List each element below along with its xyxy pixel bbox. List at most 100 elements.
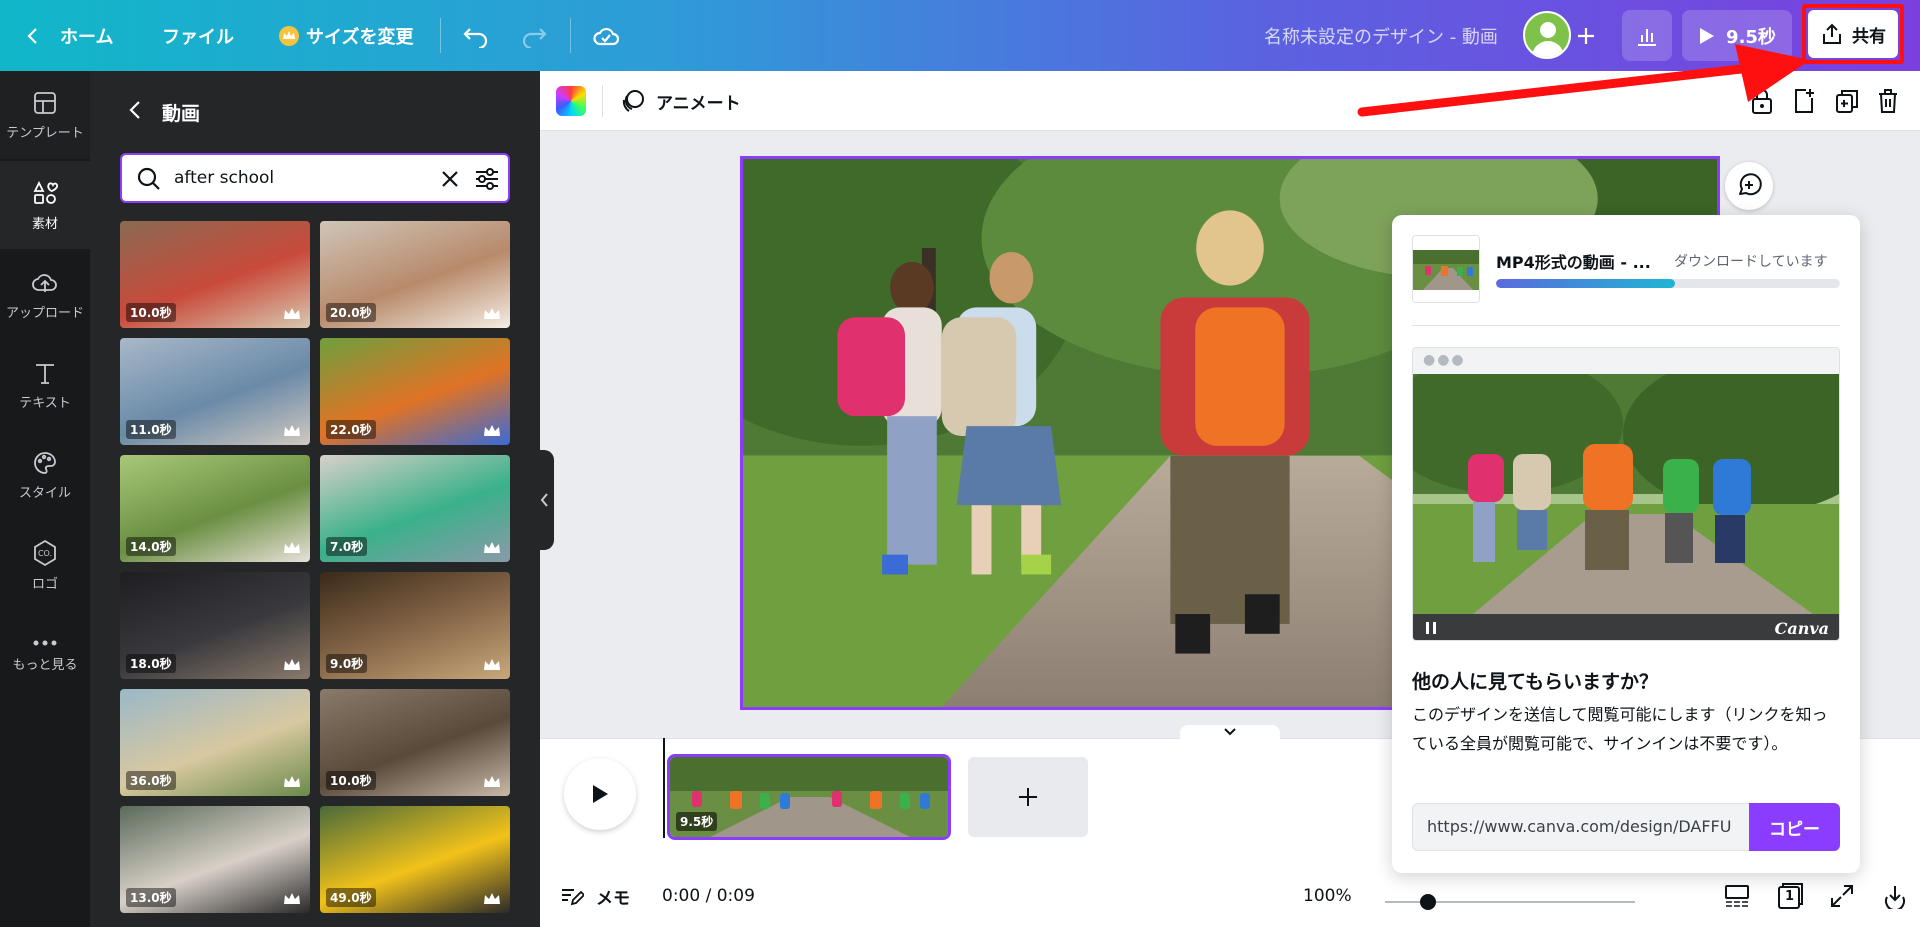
color-picker-button[interactable] [556, 86, 586, 116]
filter-icon[interactable] [474, 167, 500, 191]
play-button[interactable] [564, 758, 636, 830]
notes-button[interactable]: メモ [560, 865, 630, 927]
preview-video-image [1413, 374, 1839, 614]
zoom-level[interactable]: 100% [1303, 865, 1352, 927]
sidebar-item-label: テンプレート [6, 125, 84, 141]
search-box[interactable]: after school [120, 153, 510, 203]
play-icon [593, 785, 608, 803]
sidebar-item-uploads[interactable]: アップロード [0, 251, 90, 339]
preview-controls: Canva [1413, 614, 1839, 640]
divider [440, 18, 441, 53]
share-link-field[interactable]: https://www.canva.com/design/DAFFU [1412, 803, 1750, 851]
video-thumbnail[interactable]: 13.0秒 [120, 806, 310, 913]
cloud-save-button[interactable] [592, 0, 620, 71]
sidebar-item-more[interactable]: もっと見る [0, 611, 90, 699]
sidebar-item-text[interactable]: テキスト [0, 341, 90, 429]
annotation-arrow [1357, 44, 1810, 117]
search-icon [137, 167, 160, 190]
status-bar: メモ 0:00 / 0:09 100% 1 [540, 865, 1920, 927]
video-thumbnail[interactable]: 10.0秒 [320, 689, 510, 796]
video-thumbnail[interactable]: 7.0秒 [320, 455, 510, 562]
plus-icon [1019, 788, 1037, 806]
template-icon [34, 91, 56, 114]
panel-collapse-handle[interactable] [536, 450, 554, 550]
chevron-left-icon [129, 101, 140, 119]
sidebar-item-templates[interactable]: テンプレート [0, 71, 90, 159]
video-duration: 36.0秒 [126, 771, 176, 790]
divider [602, 85, 603, 117]
comment-button[interactable] [1725, 162, 1773, 210]
premium-crown-icon [484, 308, 500, 319]
canva-logo: Canva [1774, 618, 1829, 638]
palette-icon [34, 451, 56, 474]
search-input[interactable]: after school [174, 168, 274, 188]
left-sidebar: テンプレート 素材 アップロード テキスト スタイル CO. ロゴ もっと見る [0, 71, 90, 927]
back-button[interactable] [126, 99, 146, 125]
redo-button[interactable] [520, 0, 548, 71]
premium-crown-icon [484, 659, 500, 670]
video-duration: 10.0秒 [126, 303, 176, 322]
trash-icon[interactable] [1876, 87, 1900, 115]
video-duration: 49.0秒 [326, 888, 376, 907]
video-duration: 20.0秒 [326, 303, 376, 322]
more-icon [33, 640, 57, 645]
sidebar-item-label: テキスト [19, 395, 71, 411]
duplicate-icon[interactable] [1834, 87, 1860, 115]
video-thumbnail[interactable]: 18.0秒 [120, 572, 310, 679]
sidebar-item-label: スタイル [18, 485, 71, 501]
download-icon[interactable] [1882, 883, 1908, 909]
elements-icon [33, 180, 59, 204]
download-title: MP4形式の動画 - ... [1496, 253, 1651, 272]
file-menu-button[interactable]: ファイル [162, 0, 234, 71]
sidebar-item-label: 素材 [31, 216, 58, 232]
home-label: ホーム [60, 26, 114, 48]
video-duration: 13.0秒 [126, 888, 176, 907]
premium-crown-icon [284, 659, 300, 670]
animate-icon [622, 90, 644, 112]
video-thumbnail[interactable]: 11.0秒 [120, 338, 310, 445]
playhead[interactable] [663, 738, 665, 838]
video-duration: 14.0秒 [126, 537, 176, 556]
timeline-collapse-tab[interactable] [1180, 725, 1280, 739]
video-thumbnail[interactable]: 10.0秒 [120, 221, 310, 328]
video-thumbnail[interactable]: 36.0秒 [120, 689, 310, 796]
comment-add-icon [1739, 173, 1762, 196]
grid-view-icon[interactable] [1724, 883, 1750, 909]
video-thumbnail[interactable]: 49.0秒 [320, 806, 510, 913]
undo-button[interactable] [462, 0, 490, 71]
premium-crown-icon [484, 776, 500, 787]
zoom-slider-handle[interactable] [1420, 894, 1436, 910]
share-heading: 他の人に見てもらいますか？ [1412, 671, 1659, 693]
copy-link-button[interactable]: コピー [1749, 803, 1840, 851]
video-thumbnail[interactable]: 20.0秒 [320, 221, 510, 328]
undo-icon [463, 27, 488, 48]
video-thumbnail[interactable]: 22.0秒 [320, 338, 510, 445]
fullscreen-icon[interactable] [1829, 883, 1855, 909]
download-status: ダウンロードしています [1674, 254, 1828, 270]
premium-crown-icon [484, 542, 500, 553]
chevron-left-icon [540, 493, 548, 507]
video-thumbnail[interactable]: 9.0秒 [320, 572, 510, 679]
download-thumbnail-image [1413, 236, 1479, 302]
clear-icon[interactable] [440, 169, 460, 189]
elements-panel: 動画 after school 10.0秒 20.0秒 11.0秒 22.0秒 14.0… [90, 71, 540, 927]
pause-icon[interactable] [1425, 621, 1437, 635]
page-count-button[interactable]: 1 [1776, 882, 1804, 910]
animate-button[interactable]: アニメート [620, 71, 741, 131]
premium-crown-icon [284, 893, 300, 904]
home-button[interactable]: ホーム [24, 0, 113, 71]
sidebar-item-styles[interactable]: スタイル [0, 431, 90, 519]
video-duration: 18.0秒 [126, 654, 176, 673]
timeline-clip[interactable]: 9.5秒 [667, 754, 951, 840]
resize-button[interactable]: サイズを変更 [278, 0, 413, 71]
video-duration: 9.0秒 [326, 654, 368, 673]
sidebar-item-elements[interactable]: 素材 [0, 161, 90, 249]
video-duration: 22.0秒 [326, 420, 376, 439]
chevron-down-icon [1224, 728, 1236, 736]
chevron-left-icon [27, 27, 37, 44]
sidebar-item-logos[interactable]: CO. ロゴ [0, 521, 90, 609]
video-thumbnail[interactable]: 14.0秒 [120, 455, 310, 562]
video-duration: 10.0秒 [326, 771, 376, 790]
add-clip-button[interactable] [968, 757, 1088, 837]
premium-crown-icon [284, 425, 300, 436]
